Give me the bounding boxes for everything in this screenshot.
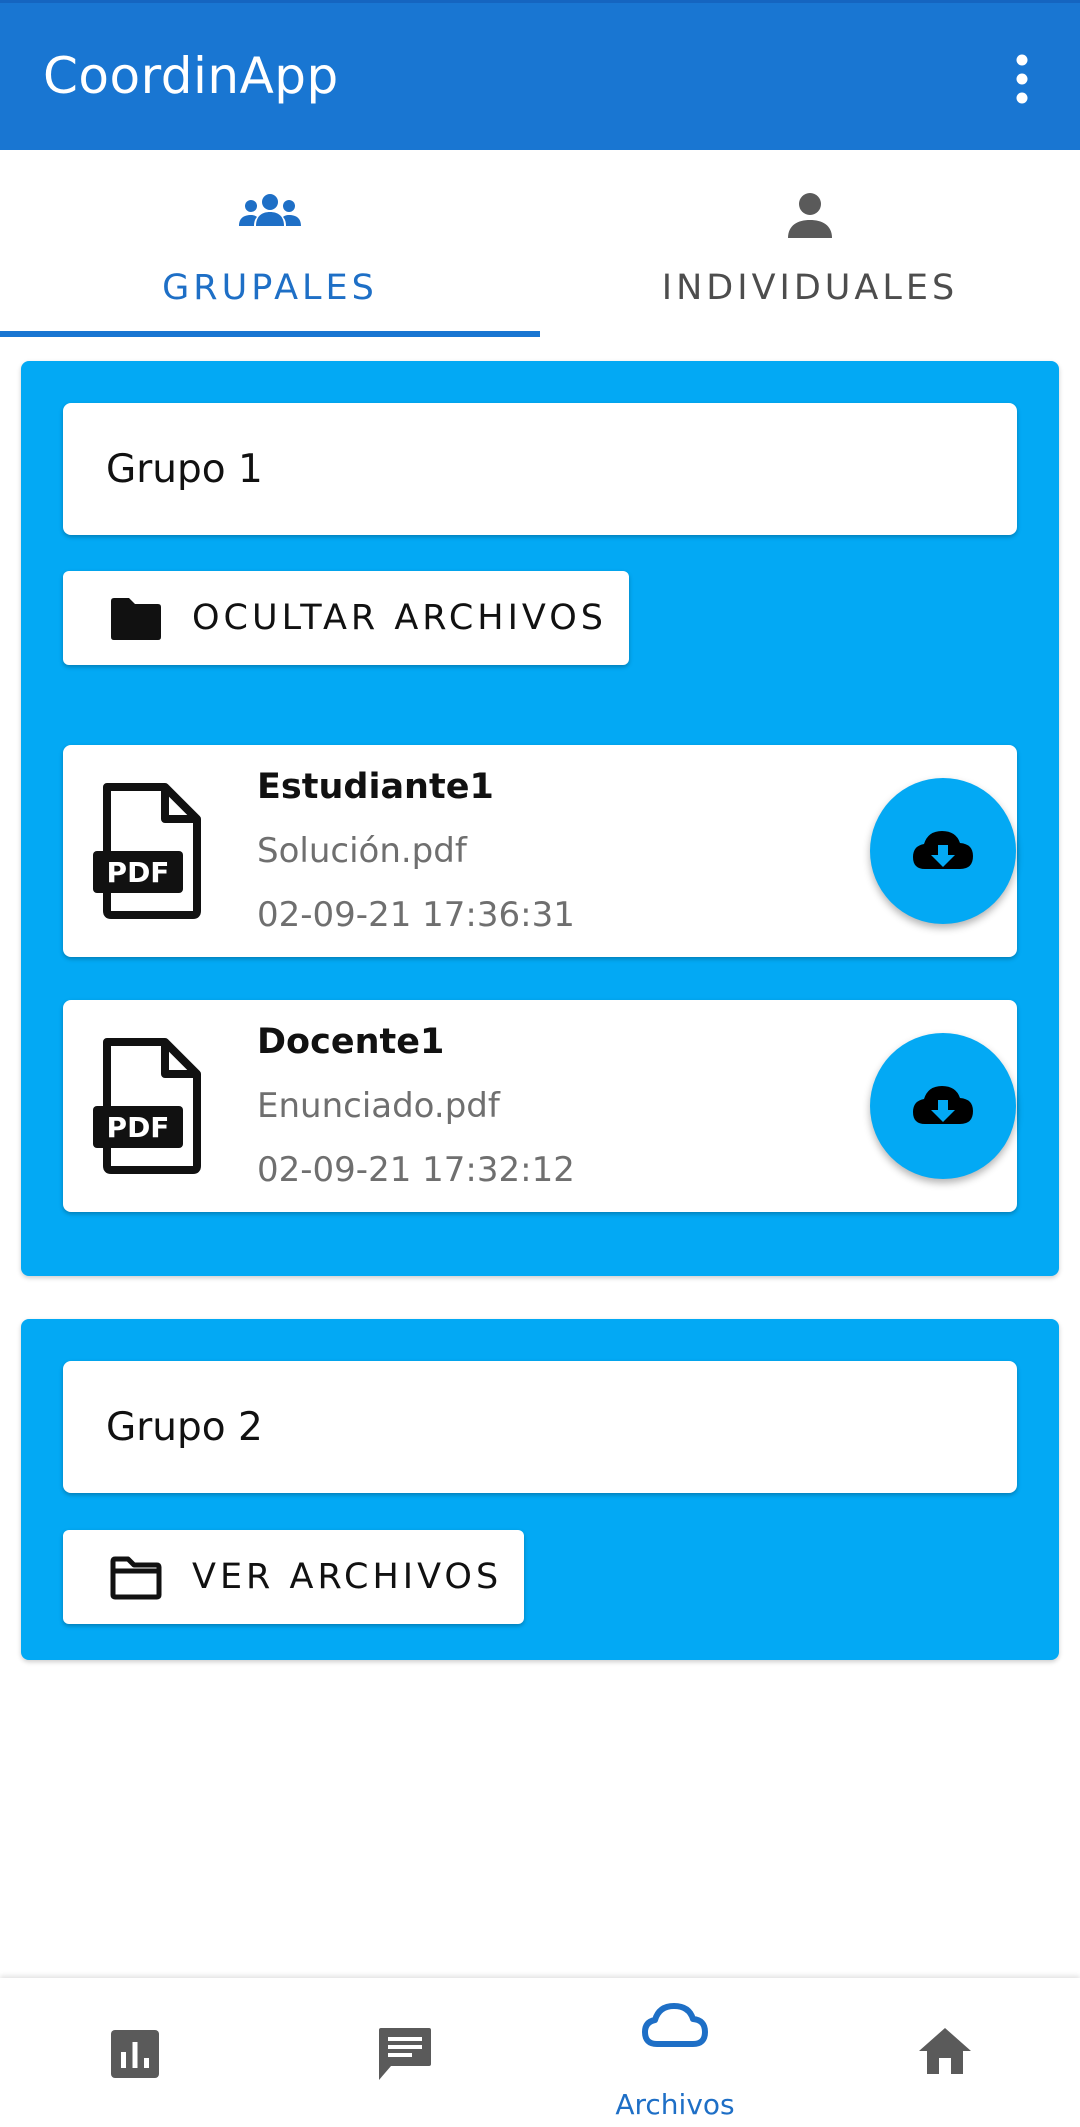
tab-bar: GRUPALES INDIVIDUALES <box>0 150 1080 340</box>
hide-files-button[interactable]: OCULTAR ARCHIVOS <box>63 571 629 665</box>
toggle-label: VER ARCHIVOS <box>192 1557 503 1597</box>
tab-grupales[interactable]: GRUPALES <box>0 150 540 340</box>
person-icon <box>787 192 833 242</box>
bar-chart-icon <box>111 2030 159 2082</box>
cloud-download-icon <box>913 831 973 869</box>
svg-text:PDF: PDF <box>107 1111 170 1144</box>
group-icon <box>238 192 302 236</box>
nav-home[interactable] <box>810 1978 1080 2127</box>
app-bar: CoordinApp <box>0 0 1080 150</box>
download-button[interactable] <box>870 778 1016 924</box>
cloud-download-icon <box>913 1086 973 1124</box>
group-name: Grupo 1 <box>106 447 263 492</box>
group-card: Grupo 2 VER ARCHIVOS <box>21 1319 1059 1660</box>
pdf-file-icon: PDF <box>93 783 205 923</box>
file-name: Solución.pdf <box>257 831 467 871</box>
pdf-file-icon: PDF <box>93 1038 205 1178</box>
group-name: Grupo 2 <box>106 1405 263 1450</box>
folder-outline-icon <box>109 1556 163 1604</box>
home-icon <box>917 2026 973 2080</box>
tab-label: INDIVIDUALES <box>661 268 959 308</box>
bottom-navigation: Archivos <box>0 1978 1080 2127</box>
group-card: Grupo 1 OCULTAR ARCHIVOS PDF Estudiante1… <box>21 361 1059 1276</box>
group-name-box: Grupo 2 <box>63 1361 1017 1493</box>
active-tab-indicator <box>0 331 540 337</box>
file-name: Enunciado.pdf <box>257 1086 500 1126</box>
app-title: CoordinApp <box>43 47 339 105</box>
file-date: 02-09-21 17:36:31 <box>257 895 575 935</box>
nav-chat[interactable] <box>270 1978 540 2127</box>
file-author: Estudiante1 <box>257 767 494 807</box>
file-item: PDF Estudiante1 Solución.pdf 02-09-21 17… <box>63 745 1017 957</box>
svg-text:PDF: PDF <box>107 856 170 889</box>
nav-stats[interactable] <box>0 1978 270 2127</box>
tab-individuales[interactable]: INDIVIDUALES <box>540 150 1080 340</box>
more-options-icon[interactable] <box>1000 53 1044 105</box>
file-author: Docente1 <box>257 1022 445 1062</box>
group-name-box: Grupo 1 <box>63 403 1017 535</box>
nav-label: Archivos <box>615 2088 735 2121</box>
tab-label: GRUPALES <box>162 268 378 308</box>
toggle-label: OCULTAR ARCHIVOS <box>192 598 608 638</box>
file-date: 02-09-21 17:32:12 <box>257 1150 575 1190</box>
file-item: PDF Docente1 Enunciado.pdf 02-09-21 17:3… <box>63 1000 1017 1212</box>
download-button[interactable] <box>870 1033 1016 1179</box>
view-files-button[interactable]: VER ARCHIVOS <box>63 1530 524 1624</box>
chat-icon <box>377 2026 433 2086</box>
nav-archivos[interactable]: Archivos <box>540 1978 810 2127</box>
cloud-icon <box>641 2000 709 2052</box>
folder-filled-icon <box>109 597 163 645</box>
